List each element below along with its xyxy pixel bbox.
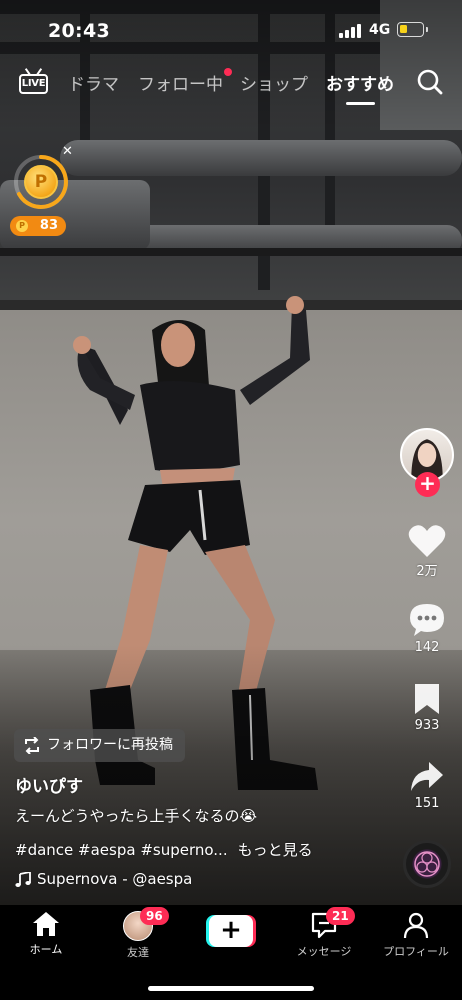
live-label: LIVE (19, 74, 48, 94)
see-more-link[interactable]: もっと見る (238, 841, 313, 859)
nav-profile[interactable]: プロフィール (370, 911, 462, 959)
signal-icon (339, 24, 363, 38)
music-disc-icon[interactable] (403, 840, 451, 888)
music-title: Supernova - @aespa (37, 870, 193, 888)
share-arrow-icon (411, 762, 443, 791)
status-time: 20:43 (48, 20, 110, 42)
video-player[interactable] (0, 0, 462, 905)
heart-icon (408, 525, 446, 557)
hashtags[interactable]: #dance #aespa #superno... (15, 841, 228, 859)
ceiling-beam (0, 248, 462, 256)
coin-symbol: P (34, 172, 48, 192)
music-note-icon (15, 872, 31, 887)
nav-home[interactable]: ホーム (0, 911, 92, 957)
battery-icon (397, 22, 428, 37)
repost-icon (25, 737, 39, 754)
points-icon: P (16, 220, 28, 232)
nav-friends-label: 友達 (127, 946, 149, 959)
tab-following[interactable]: フォロー中 (138, 70, 223, 95)
video-description: えーんどうやったら上手くなるの😭 (15, 807, 258, 825)
coin-reward-widget[interactable]: P ✕ P 83 (10, 144, 74, 240)
inbox-badge: 21 (326, 907, 355, 925)
nav-profile-label: プロフィール (383, 945, 449, 958)
share-button[interactable]: 151 (396, 760, 458, 811)
repost-label: フォロワーに再投稿 (47, 737, 173, 753)
save-button[interactable]: 933 (396, 682, 458, 733)
home-indicator (148, 986, 314, 991)
like-button[interactable]: 2万 (396, 524, 458, 579)
ceiling-duct (60, 140, 462, 176)
like-count: 2万 (416, 564, 438, 579)
comment-icon (410, 604, 444, 636)
hashtag-line: #dance #aespa #superno... もっと見る (15, 839, 313, 860)
tab-drama[interactable]: ドラマ (68, 70, 119, 95)
live-button[interactable]: LIVE (19, 68, 48, 94)
search-icon[interactable] (416, 68, 444, 96)
coin-icon: P (24, 165, 58, 199)
repost-button[interactable]: フォロワーに再投稿 (14, 729, 185, 762)
creator-username[interactable]: ゆいぴす (15, 772, 83, 797)
nav-inbox-label: メッセージ (296, 945, 352, 958)
top-tab-bar: LIVE ドラマ フォロー中 ショップ おすすめ (0, 62, 462, 108)
comment-button[interactable]: 142 (396, 602, 458, 655)
nav-inbox[interactable]: 21 メッセージ (278, 907, 370, 959)
share-count: 151 (414, 796, 440, 811)
friends-badge: 96 (140, 907, 169, 925)
following-notification-dot (224, 68, 232, 76)
save-count: 933 (414, 718, 440, 733)
music-info[interactable]: Supernova - @aespa (15, 870, 192, 888)
follow-button[interactable]: + (415, 472, 440, 497)
nav-home-label: ホーム (29, 943, 63, 956)
close-icon[interactable]: ✕ (62, 144, 73, 159)
network-type: 4G (369, 22, 391, 38)
bookmark-icon (415, 684, 439, 714)
coin-points: 83 (39, 218, 58, 233)
home-icon (33, 912, 59, 936)
nav-friends[interactable]: 96 友達 (92, 907, 184, 960)
comment-count: 142 (414, 640, 440, 655)
coin-points-badge: P 83 (10, 216, 66, 236)
plus-icon: + (209, 915, 253, 947)
profile-icon (403, 912, 429, 939)
create-button[interactable]: + (206, 915, 256, 947)
status-bar: 20:43 4G (0, 0, 462, 58)
tab-for-you[interactable]: おすすめ (326, 70, 394, 95)
active-tab-indicator (346, 102, 375, 105)
tab-shop[interactable]: ショップ (240, 70, 308, 95)
